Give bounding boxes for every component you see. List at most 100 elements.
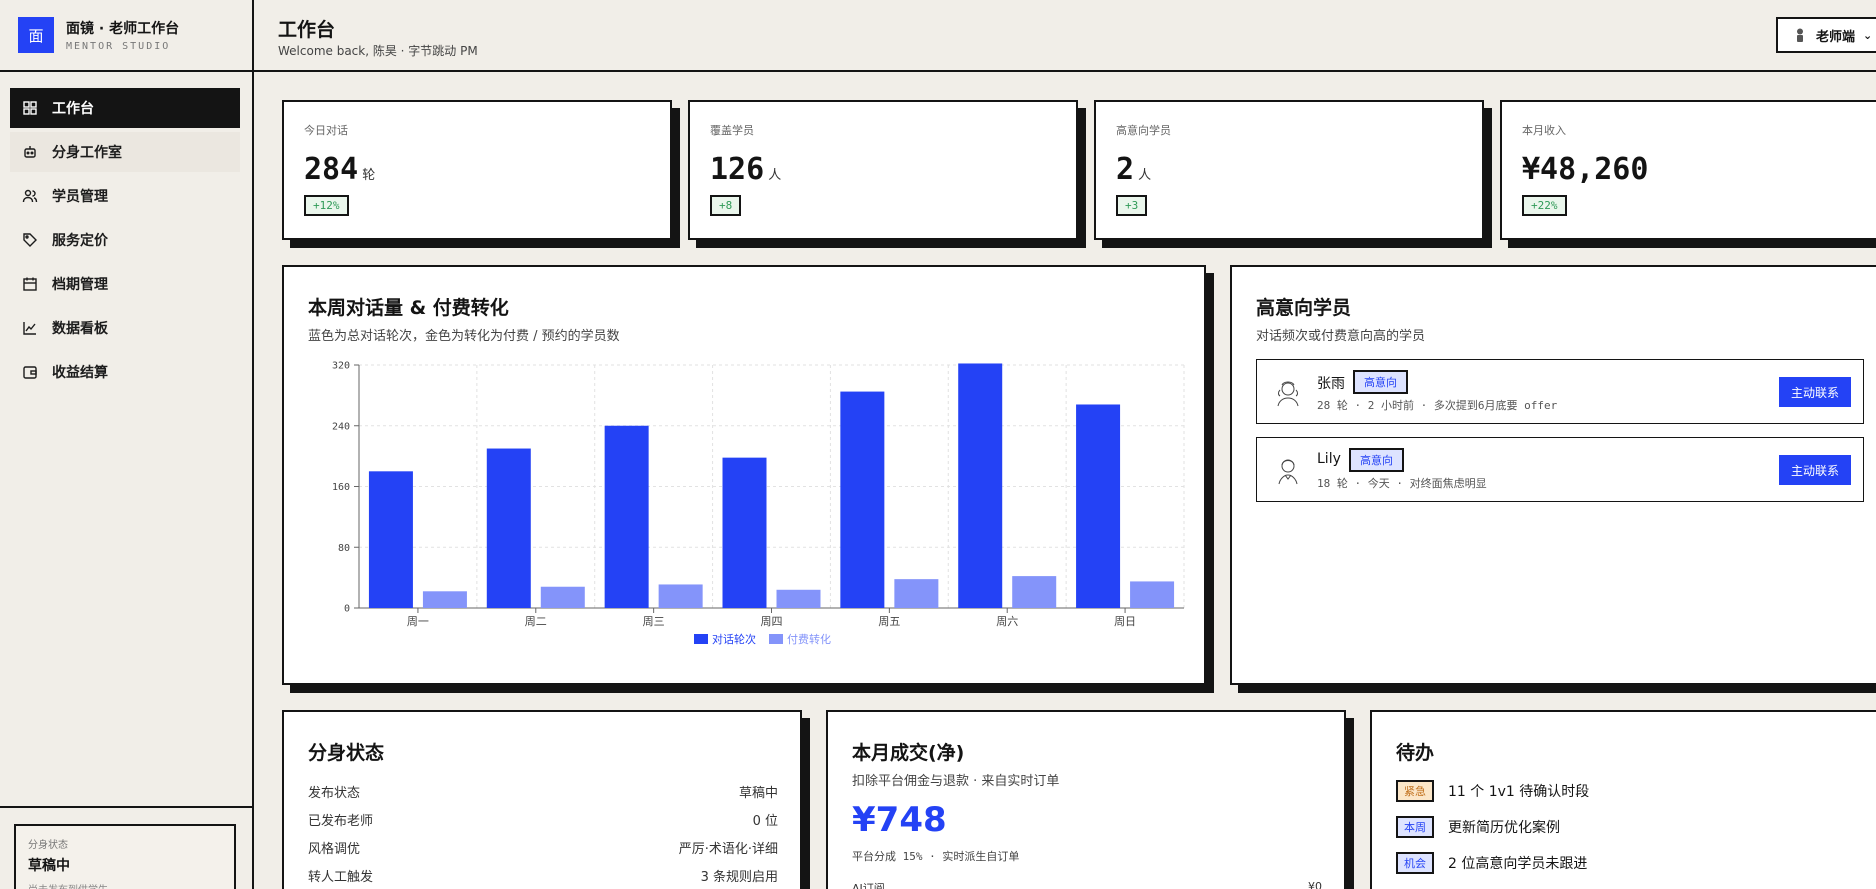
week-tag: 本周 <box>1396 816 1434 838</box>
deal-row: AI订阅 ¥0 <box>852 880 1322 889</box>
sidebar-clone-status[interactable]: 分身状态 草稿中 尚未发布到供学生 <box>14 824 236 889</box>
row-key: 风格调优 <box>308 842 361 857</box>
bar-conversion <box>422 591 467 608</box>
avatar <box>1278 459 1298 485</box>
stat-value: 126 <box>710 152 765 187</box>
status-label: 分身状态 <box>28 840 68 851</box>
high-intent-badge: 高意向 <box>1349 448 1404 472</box>
sidebar-nav: 工作台 分身工作室 学员管理 服务定价 档期管理 数据看板 收益结算 <box>10 88 240 396</box>
deal-card-subtitle: 扣除平台佣金与退款 · 来自实时订单 <box>852 774 1060 789</box>
tag-icon <box>22 232 38 248</box>
brand-subtitle: MENTOR STUDIO <box>66 41 171 52</box>
stat-label: 今日对话 <box>304 124 348 137</box>
x-tick-label: 周六 <box>996 615 1018 628</box>
stat-unit: 人 <box>768 168 782 183</box>
stat-change-badge: +22% <box>1522 195 1567 216</box>
clone-status-row: 发布状态 草稿中 <box>308 782 778 801</box>
contact-button[interactable]: 主动联系 <box>1779 455 1851 485</box>
clone-status-card: 分身状态 发布状态 草稿中 已发布老师 0 位 风格调优 严厉·术语化·详细 转人工触… <box>282 710 802 889</box>
brand: 面 面镜 · 老师工作台 MENTOR STUDIO <box>0 0 252 72</box>
sidebar-item-dashboard[interactable]: 工作台 <box>10 88 240 128</box>
todo-text: 2 位高意向学员未跟进 <box>1448 856 1588 872</box>
sidebar-item-label: 工作台 <box>52 101 94 117</box>
mentor-icon <box>1797 28 1803 42</box>
row-value: 0 位 <box>752 814 778 829</box>
bar-conversion <box>1012 576 1057 608</box>
sidebar-divider <box>0 806 252 808</box>
todo-text: 11 个 1v1 待确认时段 <box>1448 784 1590 800</box>
todo-item[interactable]: 紧急 11 个 1v1 待确认时段 <box>1396 780 1589 802</box>
sidebar-item-label: 档期管理 <box>52 277 108 293</box>
student-row[interactable]: Lily 高意向 18 轮 · 今天 · 对终面焦虑明显 主动联系 <box>1256 437 1864 502</box>
x-tick-label: 周二 <box>525 615 547 628</box>
bar-conversations <box>958 363 1003 608</box>
brand-title: 面镜 · 老师工作台 <box>66 21 180 37</box>
stat-value: 2 <box>1116 152 1135 187</box>
high-intent-badge: 高意向 <box>1353 370 1408 394</box>
bar-conversion <box>894 579 939 608</box>
row-key: 发布状态 <box>308 786 361 801</box>
chevron-down-icon: ⌄ <box>1863 28 1873 42</box>
sidebar-item-analytics[interactable]: 数据看板 <box>10 308 240 348</box>
stat-value: ¥48,260 <box>1522 152 1649 187</box>
legend-swatch <box>694 634 708 644</box>
todo-item[interactable]: 机会 2 位高意向学员未跟进 <box>1396 852 1587 874</box>
x-tick-label: 周三 <box>643 615 665 628</box>
bar-conversion <box>1130 581 1175 608</box>
student-meta: 28 轮 · 2 小时前 · 多次提到6月底要 offer <box>1317 399 1558 412</box>
users-icon <box>22 188 38 204</box>
student-row[interactable]: 张雨 高意向 28 轮 · 2 小时前 · 多次提到6月底要 offer 主动联… <box>1256 359 1864 424</box>
row-key: AI订阅 <box>852 882 885 889</box>
sidebar-item-earnings[interactable]: 收益结算 <box>10 352 240 392</box>
opportunity-tag: 机会 <box>1396 852 1434 874</box>
stat-change-badge: +3 <box>1116 195 1148 216</box>
student-name: 张雨 <box>1317 376 1345 392</box>
bar-conversion <box>540 586 585 608</box>
stat-card-students-covered: 覆盖学员 126 人 +8 <box>688 100 1078 240</box>
y-tick-label: 0 <box>344 604 350 615</box>
todo-item[interactable]: 本周 更新简历优化案例 <box>1396 816 1560 838</box>
sidebar-item-clone-studio[interactable]: 分身工作室 <box>10 132 240 172</box>
sidebar-item-students[interactable]: 学员管理 <box>10 176 240 216</box>
students-card-title: 高意向学员 <box>1256 297 1352 319</box>
monthly-deal-card: 本月成交(净) 扣除平台佣金与退款 · 来自实时订单 ¥748 平台分成 15%… <box>826 710 1346 889</box>
sidebar-item-pricing[interactable]: 服务定价 <box>10 220 240 260</box>
stat-card-monthly-income: 本月收入 ¥48,260 +22% <box>1500 100 1876 240</box>
student-meta: 18 轮 · 今天 · 对终面焦虑明显 <box>1317 477 1487 490</box>
clone-status-row: 已发布老师 0 位 <box>308 810 778 829</box>
urgent-tag: 紧急 <box>1396 780 1434 802</box>
wallet-icon <box>22 364 38 380</box>
clone-status-row: 风格调优 严厉·术语化·详细 <box>308 838 778 857</box>
bar-conversations <box>1076 404 1121 608</box>
sidebar-item-schedule[interactable]: 档期管理 <box>10 264 240 304</box>
bar-chart: 0 80 160 240 320 周一 周二 周三 周四 周五 周六 周日对话轮次 付费转化 <box>332 361 1185 646</box>
clone-card-title: 分身状态 <box>308 742 385 764</box>
stat-unit: 轮 <box>362 168 376 183</box>
contact-button[interactable]: 主动联系 <box>1779 377 1851 407</box>
sidebar-item-label: 学员管理 <box>52 189 108 205</box>
y-tick-label: 320 <box>332 361 350 372</box>
role-label: 老师端 <box>1816 29 1856 45</box>
row-value: ¥0 <box>1308 880 1322 889</box>
stat-label: 覆盖学员 <box>710 124 754 137</box>
status-desc: 尚未发布到供学生 <box>28 881 222 889</box>
deal-note: 平台分成 15% · 实时派生自订单 <box>852 850 1020 863</box>
high-intent-students-card: 高意向学员 对话频次或付费意向高的学员 张雨 高意向 28 轮 · 2 小时前 … <box>1230 265 1876 685</box>
x-tick-label: 周一 <box>407 615 429 628</box>
row-value: 严厉·术语化·详细 <box>678 842 778 857</box>
grid-icon <box>22 100 38 116</box>
role-switch-button[interactable]: 老师端 ⌄ <box>1776 17 1876 53</box>
legend-swatch <box>769 634 783 644</box>
stat-label: 高意向学员 <box>1116 124 1171 137</box>
y-tick-label: 80 <box>338 543 350 554</box>
sidebar: 面 面镜 · 老师工作台 MENTOR STUDIO 工作台 分身工作室 学员管… <box>0 0 254 889</box>
bar-conversations <box>604 425 649 608</box>
avatar <box>1277 381 1299 407</box>
row-value: 3 条规则启用 <box>700 870 778 885</box>
chart-card-title: 本周对话量 & 付费转化 <box>308 297 509 319</box>
legend-label: 付费转化 <box>787 632 831 646</box>
stat-card-high-intent: 高意向学员 2人 +3 <box>1094 100 1484 240</box>
chart-line-icon <box>22 320 38 336</box>
stat-label: 本月收入 <box>1522 124 1566 137</box>
bar-conversion <box>658 584 703 608</box>
